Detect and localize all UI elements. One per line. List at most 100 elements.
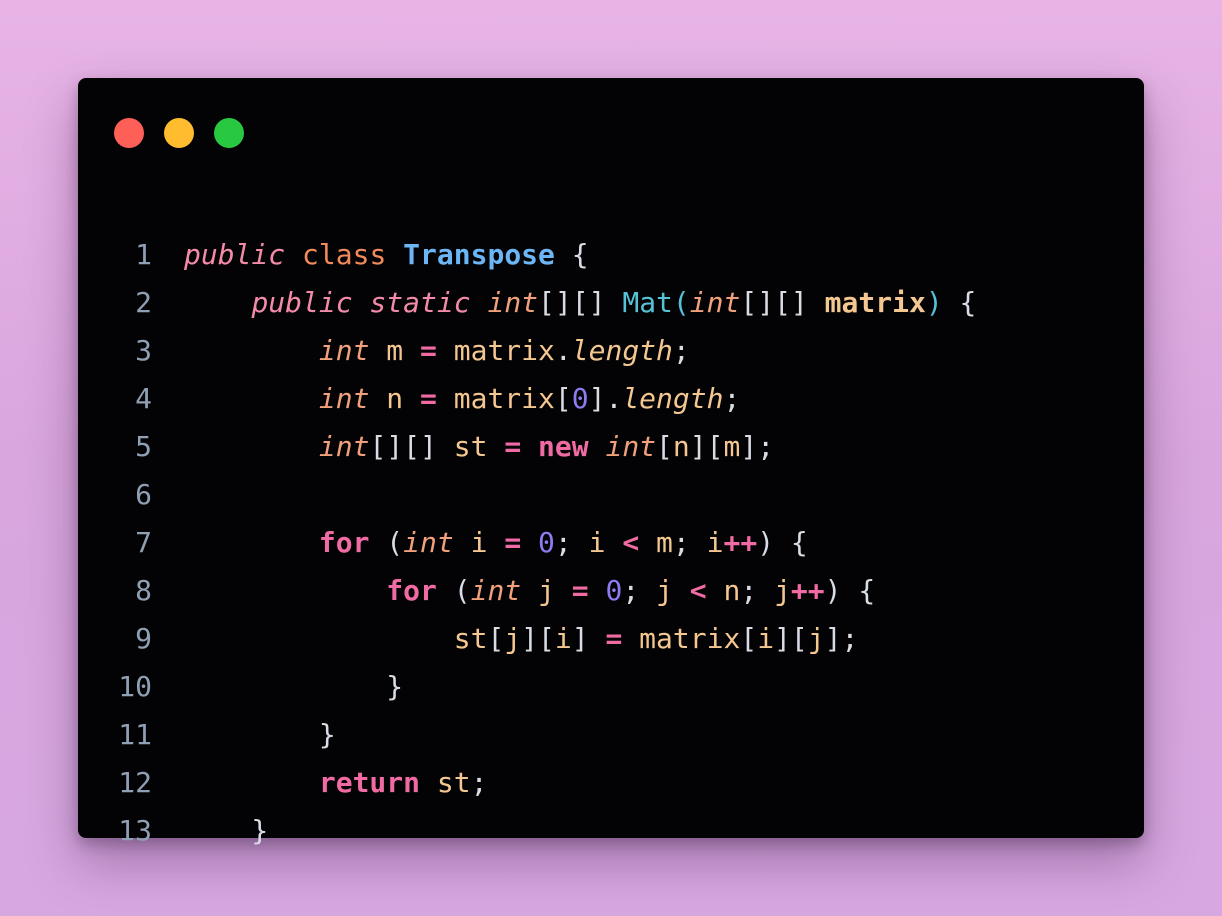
code-token: Transpose (403, 238, 555, 271)
code-token: n (723, 574, 741, 607)
code-token: 0 (538, 526, 555, 559)
code-token: j (504, 622, 522, 655)
code-token: st (436, 766, 471, 799)
code-token: static (369, 286, 471, 319)
code-token: matrix (639, 622, 741, 655)
line-number: 11 (118, 718, 152, 751)
code-token: = (504, 430, 522, 463)
code-token: [ (740, 622, 758, 655)
maximize-dot[interactable] (214, 118, 244, 148)
line-code: for (int i = 0; i < m; i++) { (184, 519, 808, 567)
code-token: ; (740, 574, 775, 607)
code-token: [ (656, 430, 673, 463)
code-token: new (538, 430, 589, 463)
code-token: 0 (605, 574, 623, 607)
code-token: ] (571, 622, 606, 655)
code-token: } (184, 718, 336, 751)
code-token: i (588, 526, 606, 559)
code-line: 4 int n = matrix[0].length; (78, 375, 1144, 423)
code-token: length (622, 382, 724, 415)
code-token: ) { (824, 574, 876, 607)
code-token: j (656, 574, 673, 607)
code-token: public (251, 286, 353, 319)
code-token: n (386, 382, 404, 415)
code-token: j (538, 574, 555, 607)
code-token: ; (470, 766, 488, 799)
code-token: ) { (757, 526, 808, 559)
code-token: j (774, 574, 791, 607)
code-token: for (318, 526, 370, 559)
code-line: 7 for (int i = 0; i < m; i++) { (78, 519, 1144, 567)
code-token: [ (487, 622, 505, 655)
code-token: { (554, 238, 589, 271)
line-number: 13 (118, 814, 152, 847)
line-code: public static int[][] Mat(int[][] matrix… (184, 279, 976, 327)
code-token: i (554, 622, 572, 655)
code-token: m (723, 430, 741, 463)
code-line: 10 } (78, 663, 1144, 711)
code-token: } (184, 814, 269, 847)
minimize-dot[interactable] (164, 118, 194, 148)
code-token: int (470, 574, 522, 607)
code-token: m (656, 526, 673, 559)
line-number: 5 (135, 430, 152, 463)
code-token: st (453, 430, 488, 463)
code-line: 6 (78, 471, 1144, 519)
code-token: length (571, 334, 673, 367)
code-window: 1 public class Transpose {2 public static… (78, 78, 1144, 847)
code-token: ][ (521, 622, 555, 655)
code-token: i (706, 526, 724, 559)
line-number: 4 (135, 382, 152, 415)
code-token: ; (622, 574, 657, 607)
code-token: j (807, 622, 825, 655)
line-code: return st; (184, 759, 488, 807)
line-code: } (184, 663, 403, 711)
code-token: ]; (740, 430, 775, 463)
code-token: st (453, 622, 488, 655)
line-code: public class Transpose { (184, 231, 589, 279)
code-token: for (386, 574, 437, 607)
code-token: int (487, 286, 539, 319)
code-token: . (554, 334, 572, 367)
code-token: ) (925, 286, 943, 319)
code-token: matrix (453, 334, 555, 367)
line-number: 2 (135, 286, 152, 319)
code-token: m (386, 334, 404, 367)
code-token: ; (672, 526, 707, 559)
line-number: 8 (135, 574, 152, 607)
line-number: 7 (135, 526, 152, 559)
code-token: return (318, 766, 421, 799)
code-token: ; (672, 334, 690, 367)
code-token: = (420, 334, 437, 367)
code-token: ( (672, 286, 690, 319)
line-number: 3 (135, 334, 152, 367)
line-code: int m = matrix.length; (184, 327, 690, 375)
close-dot[interactable] (114, 118, 144, 148)
code-token: = (420, 382, 437, 415)
code-token: ; (723, 382, 741, 415)
code-token: [][] (369, 430, 454, 463)
line-number: 12 (118, 766, 152, 799)
code-token: int (689, 286, 741, 319)
line-number: 9 (135, 622, 152, 655)
code-token: matrix (824, 286, 926, 319)
code-line: 2 public static int[][] Mat(int[][] matr… (78, 279, 1144, 327)
code-token: int (318, 430, 370, 463)
